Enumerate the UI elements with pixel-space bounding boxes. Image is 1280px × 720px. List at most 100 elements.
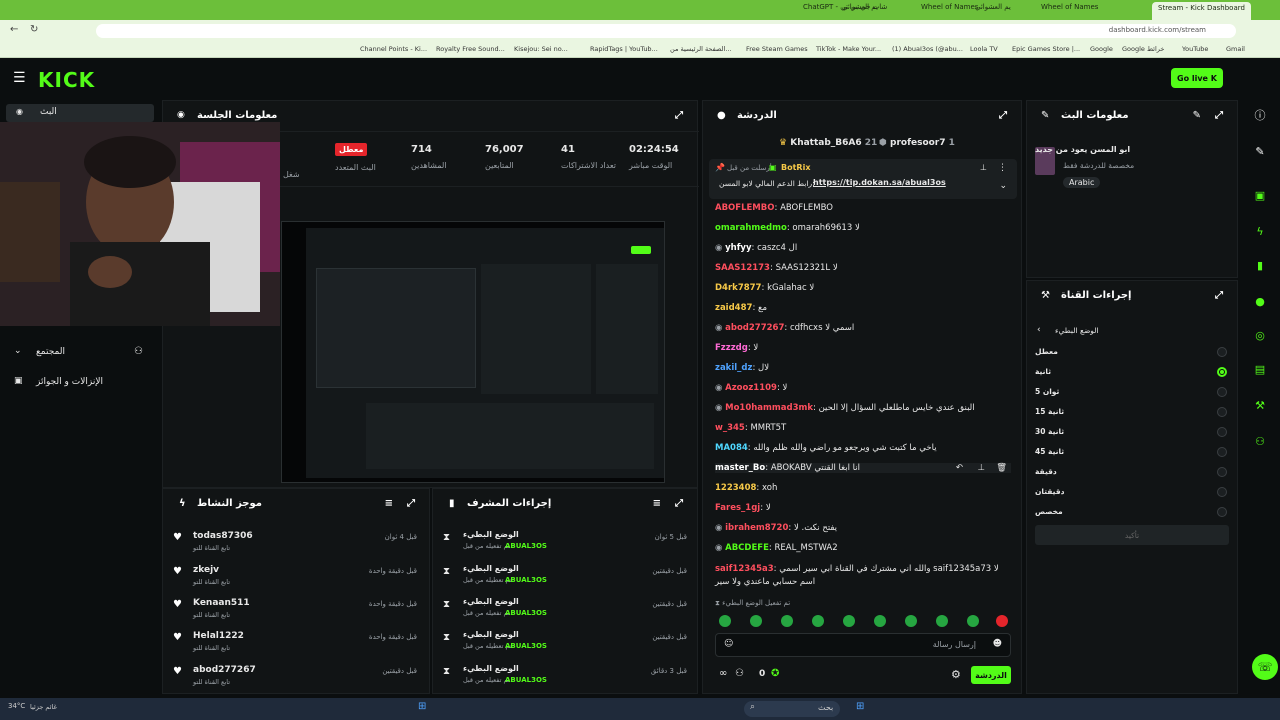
mod-action-by[interactable]: ABUAL3OS (505, 542, 547, 550)
mod-action-by[interactable]: ABUAL3OS (505, 642, 547, 650)
kick-logo[interactable]: KICK (38, 68, 95, 92)
slow-mode-option[interactable]: ثانية 30 (1027, 423, 1237, 443)
emote-icon[interactable] (996, 615, 1008, 627)
chat-bubble-icon[interactable]: ● (1252, 294, 1268, 310)
bookmark[interactable]: Google خرائط (1122, 45, 1164, 53)
stream-preview[interactable] (281, 221, 665, 483)
reload-icon[interactable]: ↻ (30, 24, 38, 35)
emote-icon[interactable] (936, 615, 948, 627)
chat-username[interactable]: abod277267 (725, 323, 784, 333)
bookmark[interactable]: Loola TV (970, 45, 998, 53)
chat-username[interactable]: omarahmedmo (715, 223, 787, 233)
bookmark[interactable]: YouTube (1182, 45, 1208, 53)
chevron-down-icon[interactable]: ⌄ (999, 181, 1007, 191)
browser-tab-active[interactable]: Stream - Kick Dashboard (1152, 2, 1251, 20)
bookmark[interactable]: Gmail (1226, 45, 1245, 53)
taskbar-search[interactable]: بحث ⌕ (744, 701, 840, 717)
chat-username[interactable]: ibrahem8720 (725, 523, 788, 533)
chat-username[interactable]: yhfyy (725, 243, 751, 253)
support-icon[interactable]: ☏ (1252, 654, 1278, 680)
pinned-bot-name[interactable]: BotRix (781, 163, 810, 172)
radio-button[interactable] (1217, 487, 1227, 497)
chat-username[interactable]: Azooz1109 (725, 383, 777, 393)
nav-item-live[interactable]: ◉ البث (6, 104, 154, 122)
expand-icon[interactable]: ⤢ (1215, 110, 1223, 121)
browser-tab[interactable]: Wheel of Names (921, 3, 978, 17)
shield-icon[interactable]: ▮ (1252, 258, 1268, 274)
more-icon[interactable]: ⋮ (998, 163, 1007, 173)
bolt-icon[interactable]: ϟ (1252, 224, 1268, 240)
slow-mode-option[interactable]: ثانية 15 (1027, 403, 1237, 423)
windows-icon[interactable]: ⊞ (856, 701, 864, 712)
activity-user[interactable]: abod277267 (193, 665, 256, 675)
bookmark[interactable]: Epic Games Store |... (1012, 45, 1080, 53)
radio-button[interactable] (1217, 347, 1227, 357)
expand-icon[interactable]: ⤢ (999, 110, 1007, 121)
chat-username[interactable]: master_Bo (715, 463, 765, 473)
chat-username[interactable]: w_345 (715, 423, 745, 433)
slow-mode-option[interactable]: دقيقة (1027, 463, 1237, 483)
windows-start-icon[interactable]: ⊞ (418, 701, 426, 712)
activity-user[interactable]: zkejv (193, 565, 219, 575)
expand-icon[interactable]: ⤢ (675, 110, 683, 121)
menu-icon[interactable]: ☰ (13, 70, 26, 86)
slow-mode-option[interactable]: مخصص (1027, 503, 1237, 523)
bookmark[interactable]: TikTok - Make Your... (816, 45, 881, 53)
back-icon[interactable]: ← (10, 24, 18, 35)
bookmark[interactable]: (1) AbuaI3os (@abu... (892, 45, 963, 53)
cards-icon[interactable]: ▤ (1252, 362, 1268, 378)
emote-icon[interactable] (874, 615, 886, 627)
radio-button[interactable] (1217, 387, 1227, 397)
chat-username[interactable]: Fzzzdg (715, 343, 748, 353)
expand-icon[interactable]: ⤢ (407, 498, 415, 509)
chat-username[interactable]: zakil_dz (715, 363, 752, 373)
bookmark[interactable]: الصفحة الرئيسية من... (670, 45, 732, 53)
eye-icon[interactable]: ◉ (177, 110, 185, 120)
slow-mode-option[interactable]: دقيقتان (1027, 483, 1237, 503)
filter-icon[interactable]: ≡ (385, 498, 393, 509)
radio-button[interactable] (1217, 507, 1227, 517)
chat-username[interactable]: ABOFLEMBO (715, 203, 774, 213)
chat-username[interactable]: Mo10hammad3mk (725, 403, 813, 413)
bookmark[interactable]: Royalty Free Sound... (436, 45, 505, 53)
users-icon[interactable]: ⚇ (735, 668, 744, 679)
chat-username[interactable]: D4rk7877 (715, 283, 761, 293)
emote-icon[interactable] (781, 615, 793, 627)
browser-tab[interactable]: يم العشوائي (842, 3, 878, 17)
reply-icon[interactable]: ↶ (956, 463, 963, 473)
emoji-icon[interactable]: ☺ (724, 639, 733, 649)
chat-username[interactable]: ABCDEFE (725, 543, 769, 553)
gear-icon[interactable]: ⚙ (951, 668, 961, 681)
pin-message-icon[interactable]: ⊥ (978, 463, 985, 473)
layout-icon[interactable]: ▣ (1252, 188, 1268, 204)
top-supporter[interactable]: ⬢ profesoor7 1 (879, 138, 955, 148)
wrench-icon[interactable]: ⚒ (1252, 398, 1268, 414)
radio-button[interactable] (1217, 447, 1227, 457)
top-supporter[interactable]: ♛ Khattab_B6A6 21 (779, 138, 877, 148)
back-chevron-icon[interactable]: ‹ (1037, 325, 1041, 335)
nav-item-community[interactable]: ⌄ المجتمع ⚇ (0, 344, 158, 362)
mod-action-by[interactable]: ABUAL3OS (505, 609, 547, 617)
emote-icon[interactable] (843, 615, 855, 627)
go-live-button[interactable]: Go live K (1171, 68, 1223, 88)
radio-button[interactable] (1217, 407, 1227, 417)
slow-mode-option[interactable]: معطل (1027, 343, 1237, 363)
bookmark[interactable]: Kisejou: Sei no... (514, 45, 568, 53)
slow-mode-option[interactable]: ثوان 5 (1027, 383, 1237, 403)
delete-icon[interactable]: 🗑 (996, 463, 1007, 473)
chat-username[interactable]: MA084 (715, 443, 748, 453)
emote-icon[interactable] (967, 615, 979, 627)
slow-mode-option[interactable]: ثانية 45 (1027, 443, 1237, 463)
slow-mode-option[interactable]: ثانية (1027, 363, 1237, 383)
emote-icon[interactable] (905, 615, 917, 627)
chat-input[interactable]: ☺ إرسال رسالة ☻ (715, 633, 1011, 657)
emote-icon[interactable] (719, 615, 731, 627)
unpin-icon[interactable]: ⊥ (980, 163, 987, 172)
filter-icon[interactable]: ≡ (653, 498, 661, 509)
chat-username[interactable]: zaid487 (715, 303, 752, 313)
radio-button[interactable] (1217, 467, 1227, 477)
browser-tab[interactable]: Wheel of Names (1041, 3, 1098, 17)
bookmark[interactable]: Free Steam Games (746, 45, 808, 53)
activity-user[interactable]: Kenaan511 (193, 598, 250, 608)
radio-button[interactable] (1217, 427, 1227, 437)
